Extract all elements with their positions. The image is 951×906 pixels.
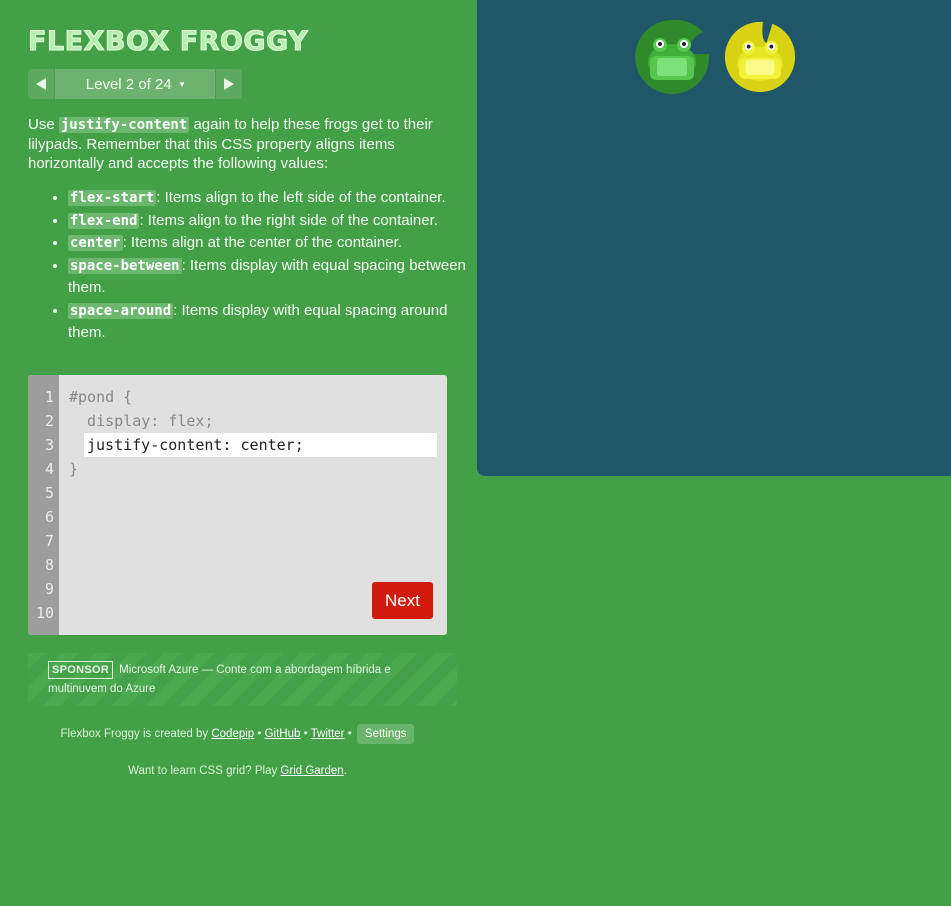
css-input[interactable]: justify-content: center; <box>84 433 437 457</box>
sponsor-badge: SPONSOR <box>48 661 114 679</box>
footer-credits: Flexbox Froggy is created by Codepip • G… <box>28 724 447 744</box>
caret-down-icon: ▾ <box>179 78 185 89</box>
value-code: space-around <box>68 302 174 319</box>
learn-suffix: . <box>343 765 347 777</box>
line-number: 6 <box>44 508 54 526</box>
codepip-link[interactable]: Codepip <box>211 728 254 740</box>
learn-text: Want to learn CSS grid? Play <box>128 765 281 777</box>
code-line: } <box>69 460 79 478</box>
yellow-frog-on-lilypad <box>724 21 796 93</box>
value-description: : Items align to the right side of the c… <box>139 211 438 229</box>
triangle-left-icon <box>36 78 46 90</box>
line-number: 3 <box>44 436 54 454</box>
pond <box>477 0 951 476</box>
value-description: : Items align to the left side of the co… <box>156 189 446 206</box>
github-link[interactable]: GitHub <box>265 728 301 740</box>
line-number: 10 <box>35 604 54 622</box>
line-number: 7 <box>44 532 54 550</box>
separator: • <box>300 728 311 740</box>
level-indicator[interactable]: Level 2 of 24 ▾ <box>54 69 216 99</box>
line-number-gutter: 1 2 3 4 5 6 7 8 9 10 <box>28 375 59 635</box>
instructions: Use justify-content again to help these … <box>28 115 448 173</box>
settings-button[interactable]: Settings <box>356 724 415 744</box>
list-item: space-between: Items display with equal … <box>68 255 468 300</box>
list-item: space-around: Items display with equal s… <box>68 300 468 345</box>
green-frog <box>648 38 696 80</box>
next-button[interactable]: Next <box>372 582 433 619</box>
value-description: : Items align at the center of the conta… <box>122 234 402 251</box>
footer-grid-garden: Want to learn CSS grid? Play Grid Garden… <box>28 765 447 777</box>
list-item: flex-start: Items align to the left side… <box>68 187 468 210</box>
line-number: 9 <box>44 580 54 598</box>
sponsor-banner[interactable]: SPONSOR Microsoft Azure — Conte com a abo… <box>28 653 457 706</box>
triangle-right-icon <box>224 78 234 90</box>
values-list: flex-start: Items align to the left side… <box>48 187 468 345</box>
twitter-link[interactable]: Twitter <box>311 728 345 740</box>
green-frog-on-lilypad <box>635 19 710 94</box>
keyword-code: justify-content <box>58 117 190 133</box>
yellow-frog <box>737 40 783 81</box>
app-title: FLEXBOX FROGGY <box>27 26 309 58</box>
line-number: 2 <box>44 412 54 430</box>
value-code: center <box>68 235 123 251</box>
list-item: center: Items align at the center of the… <box>68 232 468 255</box>
code-line: display: flex; <box>69 412 214 430</box>
grid-garden-link[interactable]: Grid Garden <box>280 765 343 777</box>
code-line: #pond { <box>69 388 133 406</box>
code-area: #pond { display: flex; justify-content: … <box>69 385 437 481</box>
next-level-button[interactable] <box>216 69 242 99</box>
value-code: space-between <box>68 257 182 274</box>
line-number: 5 <box>44 484 54 502</box>
credits-text: Flexbox Froggy is created by <box>60 728 212 740</box>
previous-level-button[interactable] <box>28 69 54 99</box>
line-number: 8 <box>44 556 54 574</box>
separator: • <box>254 728 265 740</box>
level-label: Level 2 of 24 <box>85 75 172 93</box>
list-item: flex-end: Items align to the right side … <box>68 210 468 233</box>
line-number: 4 <box>44 460 54 478</box>
line-number: 1 <box>44 388 54 406</box>
level-navigation: Level 2 of 24 ▾ <box>28 69 242 99</box>
value-code: flex-start <box>68 190 157 206</box>
value-code: flex-end <box>68 212 140 229</box>
instructions-text: Use <box>28 116 59 133</box>
code-editor: 1 2 3 4 5 6 7 8 9 10 #pond { display: fl… <box>28 375 447 635</box>
separator: • <box>344 728 355 740</box>
